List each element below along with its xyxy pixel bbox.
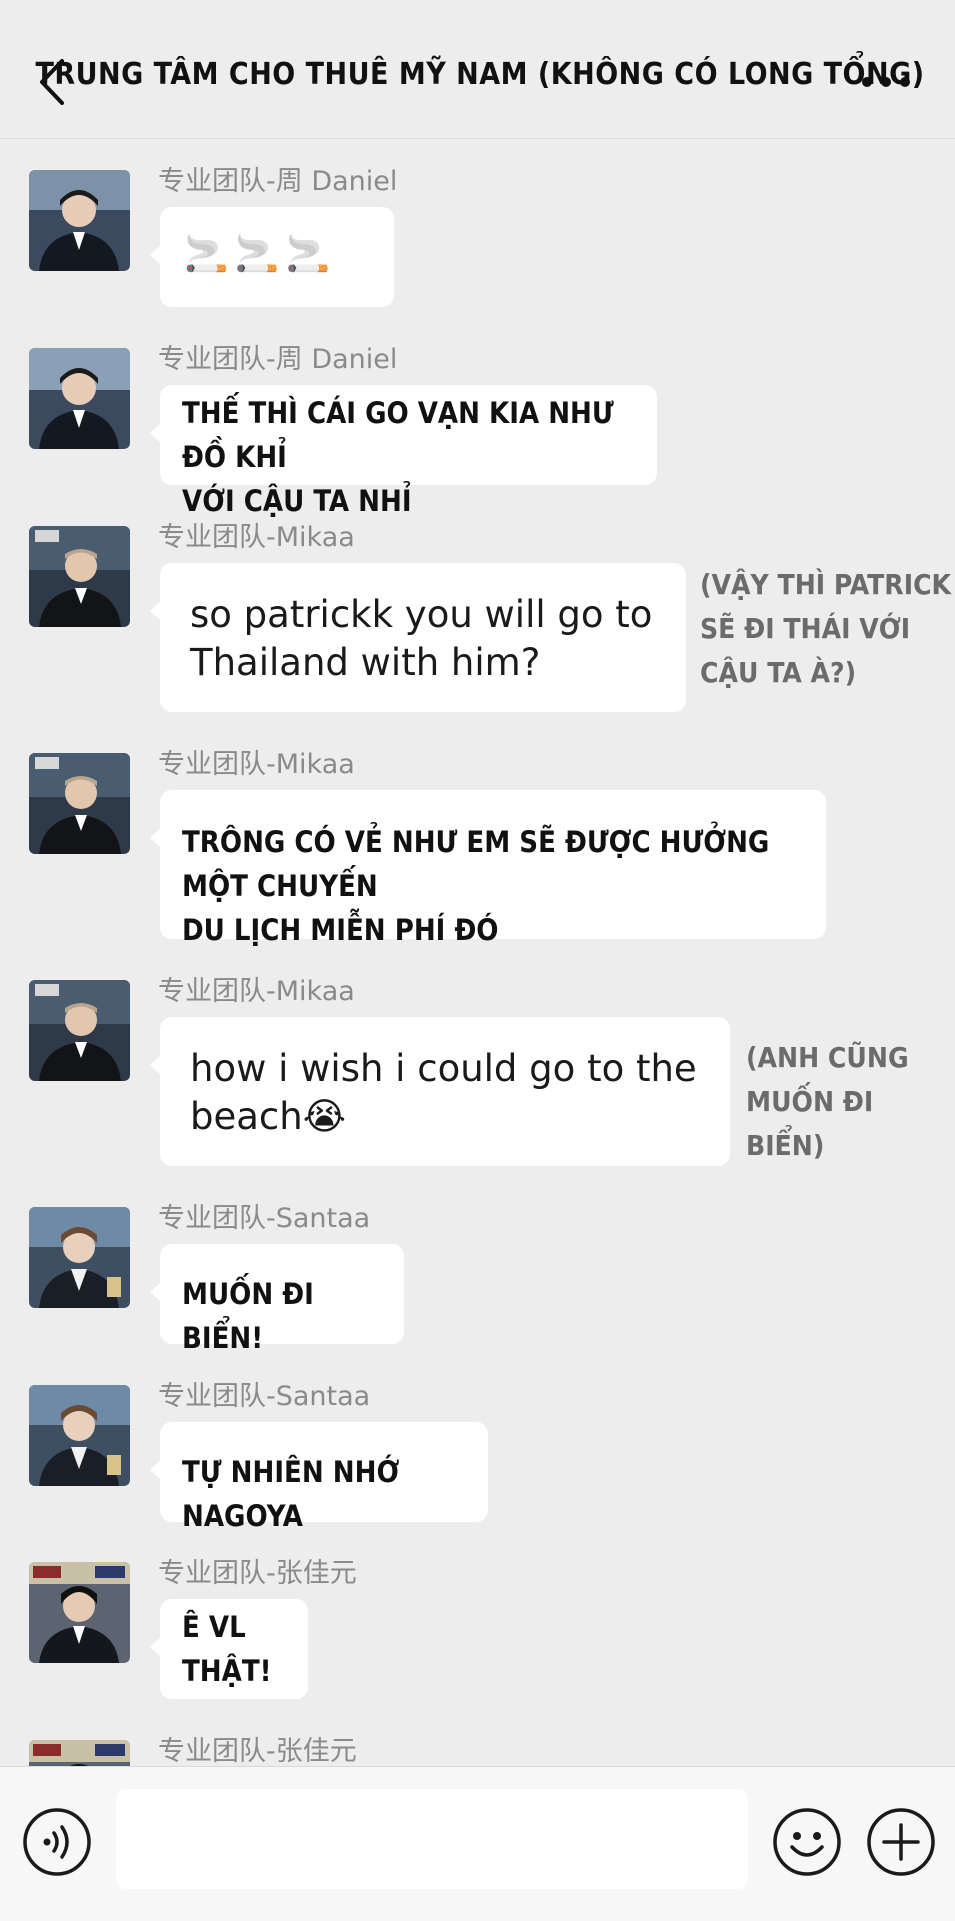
avatar[interactable] <box>29 1207 130 1308</box>
message-input[interactable] <box>116 1789 748 1889</box>
plus-icon <box>867 1808 935 1876</box>
sender-name: 专业团队-Mikaa <box>158 749 355 780</box>
sender-name: 专业团队-Mikaa <box>158 522 355 553</box>
voice-icon <box>23 1808 91 1876</box>
translation-note: (ANH CŨNG MUỐN ĐI BIỂN) <box>746 1041 909 1162</box>
message-text: how i wish i could go to the beach😭 <box>190 1047 697 1138</box>
message-text: TRÔNG CÓ VẺ NHƯ EM SẼ ĐƯỢC HƯỞNG MỘT CHU… <box>182 825 770 947</box>
more-button[interactable] <box>858 62 914 102</box>
input-bar <box>0 1766 955 1921</box>
avatar[interactable] <box>29 526 130 627</box>
message-bubble[interactable]: 🚬🚬🚬 <box>150 207 394 307</box>
avatar[interactable] <box>29 348 130 449</box>
message-text: THẾ THÌ CÁI GO VẠN KIA NHƯ ĐỒ KHỈ VỚI CẬ… <box>182 396 614 518</box>
message-text: so patrickk you will go to Thailand with… <box>190 593 653 684</box>
avatar[interactable] <box>29 1740 130 1766</box>
plus-button[interactable] <box>866 1807 936 1877</box>
sender-name: 专业团队-张佳元 <box>158 1558 357 1589</box>
sender-name: 专业团队-Santaa <box>158 1203 371 1234</box>
message-bubble[interactable]: so patrickk you will go to Thailand with… <box>150 563 686 712</box>
chat-header: TRUNG TÂM CHO THUÊ MỸ NAM (KHÔNG CÓ LONG… <box>0 0 955 139</box>
translation-note: (VẬY THÌ PATRICK SẼ ĐI THÁI VỚI CẬU TA À… <box>700 568 952 689</box>
avatar[interactable] <box>29 753 130 854</box>
sender-name: 专业团队-周 Daniel <box>158 344 398 375</box>
message-text: Ê VL THẬT! <box>182 1610 272 1688</box>
sender-name: 专业团队-张佳元 <box>158 1736 357 1766</box>
avatar[interactable] <box>29 170 130 271</box>
message-bubble[interactable]: MUỐN ĐI BIỂN! <box>150 1244 404 1355</box>
sender-name: 专业团队-Santaa <box>158 1381 371 1412</box>
emoji-button[interactable] <box>772 1807 842 1877</box>
message-bubble[interactable]: how i wish i could go to the beach😭 <box>150 1017 730 1166</box>
sender-name: 专业团队-周 Daniel <box>158 166 398 197</box>
chat-title: TRUNG TÂM CHO THUÊ MỸ NAM (KHÔNG CÓ LONG… <box>35 56 925 92</box>
sender-name: 专业团队-Mikaa <box>158 976 355 1007</box>
cigarette-emoji: 🚬🚬🚬 <box>184 234 337 275</box>
avatar[interactable] <box>29 980 130 1081</box>
message-bubble[interactable]: TỰ NHIÊN NHỚ NAGOYA <box>150 1422 488 1533</box>
emoji-icon <box>773 1808 841 1876</box>
chat-message-list[interactable]: 专业团队-周 Daniel 🚬🚬🚬 专业团队-周 Daniel THẾ THÌ … <box>0 139 955 1766</box>
avatar[interactable] <box>29 1562 130 1663</box>
message-text: TỰ NHIÊN NHỚ NAGOYA <box>182 1455 400 1533</box>
message-text: MUỐN ĐI BIỂN! <box>182 1277 314 1355</box>
message-bubble[interactable]: THẾ THÌ CÁI GO VẠN KIA NHƯ ĐỒ KHỈ VỚI CẬ… <box>150 385 657 518</box>
message-bubble[interactable]: Ê VL THẬT! <box>150 1599 308 1699</box>
message-bubble[interactable]: TRÔNG CÓ VẺ NHƯ EM SẼ ĐƯỢC HƯỞNG MỘT CHU… <box>150 790 826 947</box>
more-dots-icon <box>862 77 910 87</box>
avatar[interactable] <box>29 1385 130 1486</box>
voice-button[interactable] <box>22 1807 92 1877</box>
